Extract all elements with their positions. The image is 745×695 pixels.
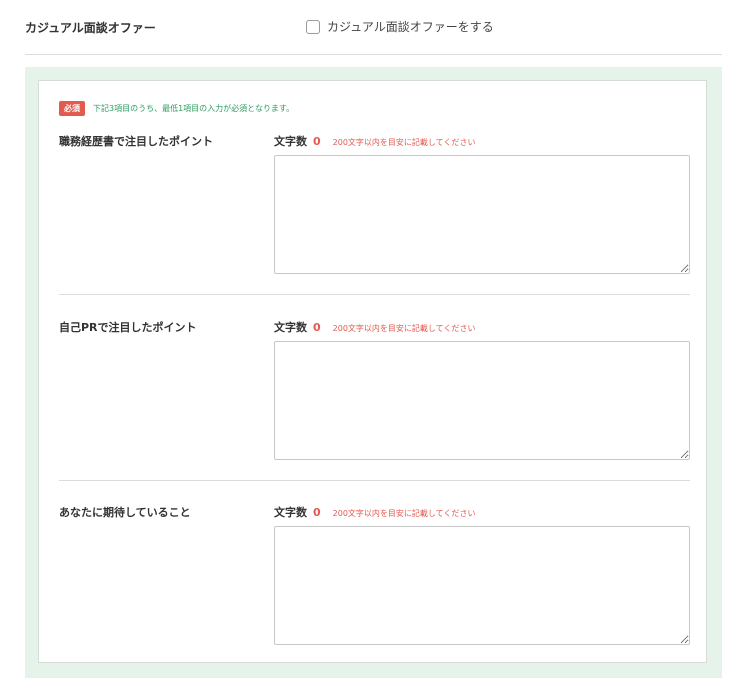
field-pr-points: 自己PRで注目したポイント 文字数 0 200文字以内を目安に記載してください (59, 319, 690, 461)
pr-points-textarea[interactable] (274, 341, 690, 460)
message-section: 必須 下記3項目のうち、最低1項目の入力が必須となります。 職務経歴書で注目した… (25, 67, 722, 678)
casual-offer-checkbox-label[interactable]: カジュアル面談オファーをする (327, 18, 494, 35)
char-counter: 文字数 0 200文字以内を目安に記載してください (274, 504, 475, 520)
field-label: 職務経歴書で注目したポイント (59, 135, 213, 148)
char-counter-label: 文字数 (274, 135, 307, 148)
required-badge: 必須 (59, 101, 85, 116)
required-note: 下記3項目のうち、最低1項目の入力が必須となります。 (93, 104, 295, 113)
casual-offer-checkbox[interactable]: カジュアル面談オファーをする (306, 18, 494, 35)
char-limit-hint: 200文字以内を目安に記載してください (332, 509, 476, 518)
char-limit-hint: 200文字以内を目安に記載してください (332, 138, 476, 147)
required-notice: 必須 下記3項目のうち、最低1項目の入力が必須となります。 (59, 101, 294, 116)
message-form-card: 必須 下記3項目のうち、最低1項目の入力が必須となります。 職務経歴書で注目した… (38, 80, 707, 663)
casual-offer-label: カジュアル面談オファー (25, 21, 156, 35)
char-counter-value: 0 (313, 135, 321, 148)
char-counter-value: 0 (313, 321, 321, 334)
field-resume-points: 職務経歴書で注目したポイント 文字数 0 200文字以内を目安に記載してください (59, 133, 690, 275)
char-counter: 文字数 0 200文字以内を目安に記載してください (274, 319, 475, 335)
field-label: あなたに期待していること (59, 506, 191, 519)
char-counter-label: 文字数 (274, 506, 307, 519)
char-counter-value: 0 (313, 506, 321, 519)
char-limit-hint: 200文字以内を目安に記載してください (332, 324, 476, 333)
char-counter-label: 文字数 (274, 321, 307, 334)
field-expectations: あなたに期待していること 文字数 0 200文字以内を目安に記載してください (59, 504, 690, 646)
casual-offer-row: カジュアル面談オファー カジュアル面談オファーをする (25, 0, 722, 55)
field-divider (59, 294, 690, 295)
field-divider (59, 480, 690, 481)
field-label: 自己PRで注目したポイント (59, 321, 197, 334)
checkbox-icon[interactable] (306, 19, 320, 34)
resume-points-textarea[interactable] (274, 155, 690, 274)
expectations-textarea[interactable] (274, 526, 690, 645)
char-counter: 文字数 0 200文字以内を目安に記載してください (274, 133, 475, 149)
